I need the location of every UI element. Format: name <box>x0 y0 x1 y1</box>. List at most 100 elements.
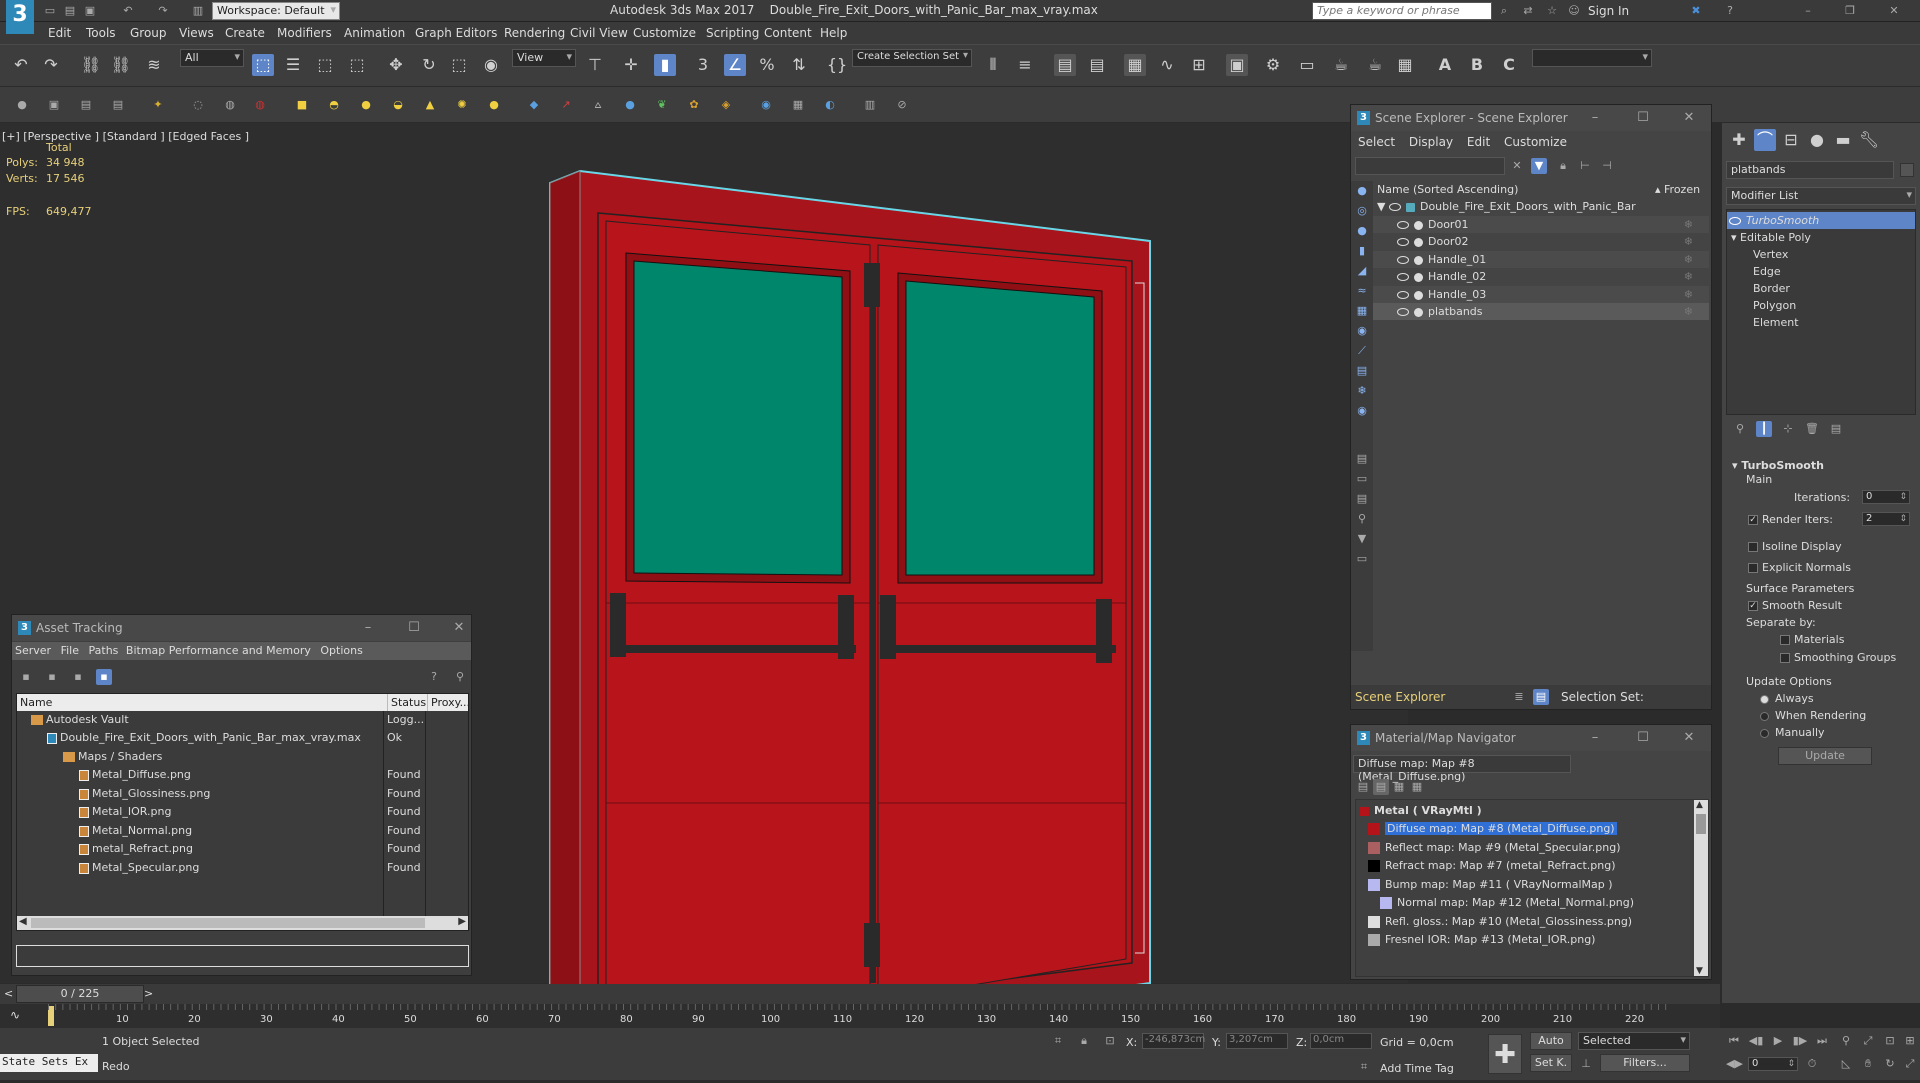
map-refract[interactable]: Refract map: Map #7 (metal_Refract.png) <box>1356 857 1708 874</box>
vray-tool-8-icon[interactable]: ◍ <box>252 97 268 113</box>
schematic-view-icon[interactable]: ⊞ <box>1188 54 1210 76</box>
minimize-icon[interactable]: – <box>1800 3 1816 19</box>
scroll-thumb[interactable] <box>1696 814 1706 834</box>
curve-editor-icon[interactable]: ∿ <box>1156 54 1178 76</box>
vray-frame-buffer-icon[interactable]: ◐ <box>822 97 838 113</box>
layer-explorer-icon[interactable]: ▤ <box>1086 54 1108 76</box>
asset-row[interactable]: Double_Fire_Exit_Doors_with_Panic_Bar_ma… <box>47 731 361 744</box>
configure-sets-icon[interactable]: ▤ <box>1828 421 1844 437</box>
display-geometry-icon[interactable]: ● <box>1354 183 1370 199</box>
menu-animation[interactable]: Animation <box>344 26 405 40</box>
display-frozen-icon[interactable]: ❄ <box>1354 383 1370 399</box>
toolbar-extra-dropdown[interactable] <box>1532 49 1652 67</box>
exchange-apps-icon[interactable]: ✖ <box>1688 3 1704 19</box>
vray-light-plane-icon[interactable]: ■ <box>294 97 310 113</box>
move-icon[interactable]: ✥ <box>385 54 407 76</box>
scale-icon[interactable]: ⬚ <box>448 54 470 76</box>
asset-row[interactable]: Maps / Shaders <box>63 750 162 763</box>
pan-icon[interactable]: ✋︎ <box>1860 1056 1876 1072</box>
orbit-icon[interactable]: ↻ <box>1882 1056 1898 1072</box>
show-end-result-icon[interactable]: ┃ <box>1756 421 1772 437</box>
make-unique-icon[interactable]: ⊹ <box>1780 421 1796 437</box>
time-config-icon[interactable]: ⏱ <box>1804 1056 1820 1072</box>
selection-set-icon[interactable]: ▤ <box>1533 689 1549 705</box>
vray-c-icon[interactable]: C <box>1498 54 1520 76</box>
map-diffuse[interactable]: Diffuse map: Map #8 (Metal_Diffuse.png) <box>1356 820 1708 837</box>
vray-render-icon[interactable]: ▥ <box>862 97 878 113</box>
go-to-end-icon[interactable]: ⏭ <box>1814 1033 1830 1049</box>
menu-display[interactable]: Display <box>1409 135 1453 149</box>
motion-tab-icon[interactable]: ● <box>1806 129 1828 151</box>
scene-root-row[interactable]: ▼ Double_Fire_Exit_Doors_with_Panic_Bar <box>1373 198 1709 215</box>
pivot-center-icon[interactable]: ⊤ <box>584 54 606 76</box>
scene-search-input[interactable] <box>1355 157 1505 175</box>
layer-icon[interactable]: ⊣ <box>1599 158 1615 174</box>
map-refl-gloss[interactable]: Refl. gloss.: Map #10 (Metal_Glossiness.… <box>1356 913 1708 930</box>
display-spacewarps-icon[interactable]: ≈ <box>1354 283 1370 299</box>
view-small-icons-icon[interactable]: ▦ <box>1391 779 1407 795</box>
asset-row[interactable]: Metal_Specular.png <box>79 861 199 874</box>
undo-icon[interactable]: ↶ <box>120 3 136 19</box>
maximize-icon[interactable]: ☐ <box>1631 105 1655 131</box>
scene-item-door01[interactable]: Door01 ❄ <box>1373 216 1709 233</box>
spinner-snap-icon[interactable]: ⇅ <box>788 54 810 76</box>
asset-view-4-icon[interactable]: ▪ <box>96 669 112 685</box>
x-coordinate-field[interactable]: -246,873cm <box>1142 1033 1205 1049</box>
rollout-title[interactable]: ▾ TurboSmooth <box>1732 459 1824 472</box>
align-icon[interactable]: ≡ <box>1014 54 1036 76</box>
lock-icon[interactable]: 🔒︎ <box>1555 158 1571 174</box>
current-frame-spinner[interactable]: 0 <box>1748 1057 1798 1071</box>
menu-edit[interactable]: Edit <box>48 26 71 40</box>
maximize-icon[interactable]: ☐ <box>402 615 426 641</box>
vray-a-icon[interactable]: A <box>1434 54 1456 76</box>
utilities-tab-icon[interactable]: 🔧︎ <box>1858 129 1880 151</box>
unlink-icon[interactable]: ⛓ <box>110 54 132 76</box>
absolute-mode-icon[interactable]: ⊡ <box>1102 1033 1118 1049</box>
render-iterative-icon[interactable]: ☕ <box>1364 54 1386 76</box>
asset-view-1-icon[interactable]: ▪ <box>18 669 34 685</box>
map-normal[interactable]: Normal map: Map #12 (Metal_Normal.png) <box>1356 894 1708 911</box>
pin-stack-icon[interactable]: ⚲ <box>1732 421 1748 437</box>
zoom-extents-all-icon[interactable]: ⊞ <box>1902 1033 1918 1049</box>
vray-light-mesh-icon[interactable]: ◒ <box>390 97 406 113</box>
save-file-icon[interactable]: ▣ <box>82 3 98 19</box>
filter-icon[interactable]: ▼ <box>1531 158 1547 174</box>
select-by-name-icon[interactable]: ☰ <box>282 54 304 76</box>
map-bump[interactable]: Bump map: Map #11 ( VRayNormalMap ) <box>1356 876 1708 893</box>
view-large-icons-icon[interactable]: ▦ <box>1409 779 1425 795</box>
menu-tools[interactable]: Tools <box>86 26 116 40</box>
render-iters-checkbox[interactable]: ✓ Render Iters: <box>1748 513 1833 526</box>
previous-frame-icon[interactable]: ◀▮ <box>1748 1033 1764 1049</box>
scene-explorer-footer-label[interactable]: Scene Explorer <box>1355 690 1445 704</box>
display-cameras-icon[interactable]: ▮ <box>1354 243 1370 259</box>
iterations-spinner[interactable]: 0 <box>1862 490 1910 504</box>
vray-tool-2-icon[interactable]: ▣ <box>46 97 62 113</box>
menu-views[interactable]: Views <box>179 26 214 40</box>
menu-modifiers[interactable]: Modifiers <box>277 26 332 40</box>
asset-hscrollbar[interactable]: ◀ ▶ <box>17 916 468 930</box>
window-crossing-icon[interactable]: ⬚ <box>346 54 368 76</box>
menu-select[interactable]: Select <box>1358 135 1395 149</box>
door-model[interactable] <box>530 163 1170 1083</box>
display-bones-icon[interactable]: ⟋ <box>1354 343 1370 359</box>
modifier-list-dropdown[interactable]: Modifier List <box>1726 187 1916 205</box>
menu-customize[interactable]: Customize <box>633 26 696 40</box>
percent-snap-icon[interactable]: % <box>756 54 778 76</box>
sign-in-link[interactable]: Sign In <box>1588 4 1629 18</box>
vray-sphere-icon[interactable]: ● <box>622 97 638 113</box>
minimize-icon[interactable]: – <box>356 615 380 641</box>
reference-coordinate-dropdown[interactable]: View <box>512 49 576 67</box>
menu-group[interactable]: Group <box>130 26 167 40</box>
scroll-left-icon[interactable]: ◀ <box>19 916 27 927</box>
time-slider-thumb[interactable]: 0 / 225 <box>16 985 144 1003</box>
map-fresnel-ior[interactable]: Fresnel IOR: Map #13 (Metal_IOR.png) <box>1356 931 1708 948</box>
asset-row[interactable]: Metal_Glossiness.png <box>79 787 210 800</box>
scroll-down-icon[interactable]: ▼ <box>1696 966 1703 976</box>
layers-icon[interactable]: ≣ <box>1511 689 1527 705</box>
stack-turbosmooth[interactable]: TurboSmooth <box>1727 212 1915 229</box>
vray-camera-icon[interactable]: ◉ <box>758 97 774 113</box>
next-frame-icon[interactable]: ▮▶ <box>1792 1033 1808 1049</box>
play-icon[interactable]: ▶ <box>1770 1033 1786 1049</box>
go-to-start-icon[interactable]: ⏮ <box>1726 1033 1742 1049</box>
map-reflect[interactable]: Reflect map: Map #9 (Metal_Specular.png) <box>1356 839 1708 856</box>
